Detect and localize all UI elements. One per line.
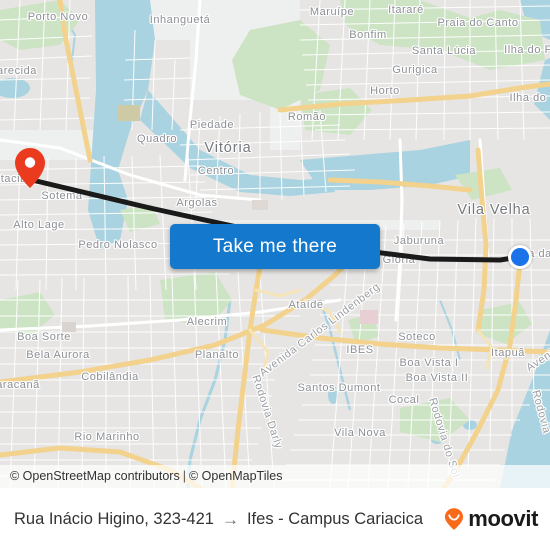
openmaptiles-attribution-link[interactable]: © OpenMapTiles	[189, 469, 283, 483]
trip-summary: Rua Inácio Higino, 323-421 → Ifes - Camp…	[14, 510, 442, 529]
destination-label: Ifes - Campus Cariacica	[246, 509, 424, 528]
map-viewport[interactable]: Porto Novo Inhanguetá Maruípe Itararé Praia …	[0, 0, 550, 488]
map-pin-icon[interactable]	[15, 148, 45, 188]
arrow-right-icon: →	[221, 509, 239, 529]
moovit-logo[interactable]: moovit	[442, 506, 538, 532]
circle-dot-icon[interactable]	[508, 245, 532, 269]
origin-label: Rua Inácio Higino, 323-421	[14, 509, 214, 528]
moovit-route-screenshot: Porto Novo Inhanguetá Maruípe Itararé Praia …	[0, 0, 550, 550]
moovit-wordmark: moovit	[468, 506, 538, 531]
moovit-pin-icon	[445, 508, 464, 530]
take-me-there-button[interactable]: Take me there	[170, 224, 380, 269]
attribution-separator: |	[182, 469, 186, 483]
trip-footer-bar: Rua Inácio Higino, 323-421 → Ifes - Camp…	[0, 488, 550, 550]
map-attribution: © OpenStreetMap contributors | © OpenMapTi…	[0, 465, 550, 488]
osm-attribution-link[interactable]: © OpenStreetMap contributors	[10, 469, 180, 483]
